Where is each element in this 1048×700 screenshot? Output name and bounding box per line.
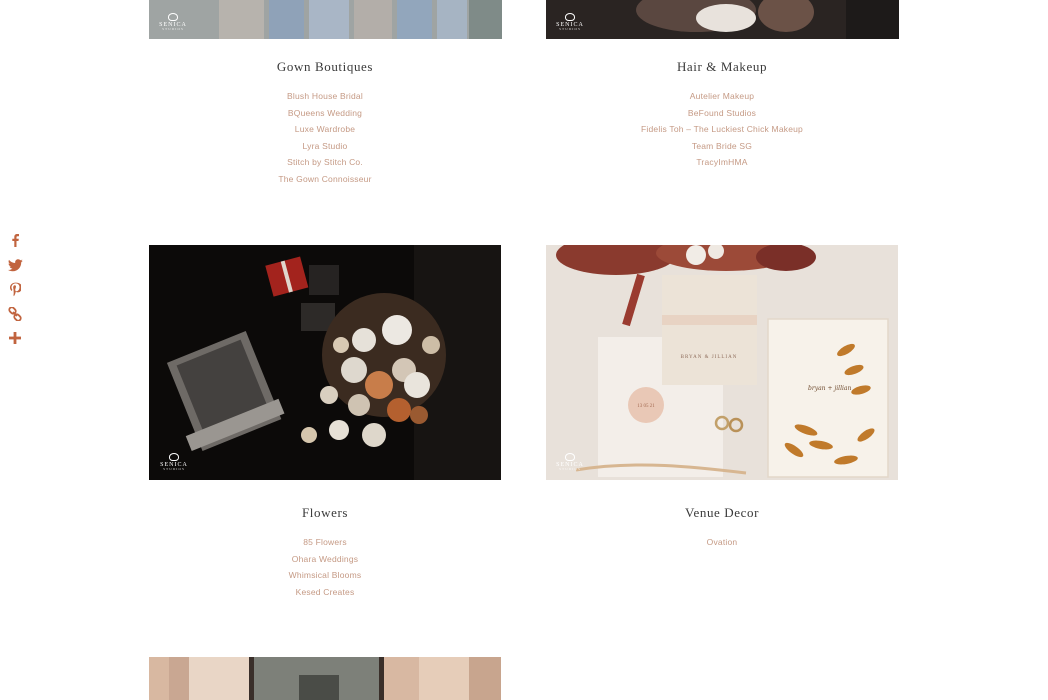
vendor-link[interactable]: The Gown Connoisseur (278, 174, 371, 184)
twitter-icon (7, 258, 23, 271)
pinterest-share-button[interactable] (6, 280, 24, 298)
copy-link-button[interactable] (6, 305, 24, 323)
vendor-link[interactable]: Ovation (707, 537, 738, 547)
more-share-button[interactable] (6, 329, 24, 347)
next-category-photo (149, 657, 501, 700)
vendor-link[interactable]: Blush House Bridal (287, 91, 363, 101)
vendor-link[interactable]: TracyImHMA (696, 157, 747, 167)
watermark-logo: SENICA STUDIOS (156, 453, 192, 472)
category-title-gown-boutiques: Gown Boutiques (276, 59, 374, 74)
hair-makeup-photo: SENICA STUDIOS (546, 0, 899, 39)
vendor-link[interactable]: Kesed Creates (296, 587, 355, 597)
vendor-link[interactable]: Ohara Weddings (292, 554, 358, 564)
copy-link-icon (8, 307, 22, 321)
vendor-list-venue-decor: Ovation (546, 533, 898, 550)
invitation-date: 13 05 21 (637, 404, 655, 409)
watermark-logo: SENICA STUDIOS (155, 13, 191, 32)
category-title-venue-decor: Venue Decor (684, 505, 760, 520)
category-title-hair-makeup: Hair & Makeup (676, 59, 768, 74)
vendor-link[interactable]: Fidelis Toh – The Luckiest Chick Makeup (641, 124, 803, 134)
flowers-photo: SENICA STUDIOS (149, 245, 501, 480)
more-icon (9, 332, 21, 344)
vendor-link[interactable]: 85 Flowers (303, 537, 347, 547)
invitation-names: BRYAN & JILLIAN (681, 355, 738, 360)
vendor-link[interactable]: Team Bride SG (692, 141, 752, 151)
watermark-logo: SENICA STUDIOS (552, 13, 588, 32)
vendor-link[interactable]: BQueens Wedding (288, 108, 362, 118)
vendor-link[interactable]: Whimsical Blooms (289, 570, 362, 580)
watermark-logo: SENICA STUDIOS (552, 453, 588, 472)
vendor-link[interactable]: Lyra Studio (303, 141, 348, 151)
vendor-list-hair-makeup: Autelier Makeup BeFound Studios Fidelis … (546, 87, 898, 170)
vendor-link[interactable]: Luxe Wardrobe (295, 124, 355, 134)
category-title-flowers: Flowers (301, 505, 349, 520)
page: SENICA STUDIOS Gown Boutiques Blush Hous… (0, 0, 1048, 700)
vendor-link[interactable]: Stitch by Stitch Co. (287, 157, 363, 167)
vendor-list-gown-boutiques: Blush House Bridal BQueens Wedding Luxe … (149, 87, 501, 186)
pinterest-icon (9, 282, 21, 296)
vendor-list-flowers: 85 Flowers Ohara Weddings Whimsical Bloo… (149, 533, 501, 599)
facebook-share-button[interactable] (6, 231, 24, 249)
venue-decor-photo: BRYAN & JILLIAN 13 05 21 bryan + jillian (546, 245, 898, 480)
facebook-icon (12, 234, 19, 247)
gown-boutiques-photo: SENICA STUDIOS (149, 0, 502, 39)
invitation-script: bryan + jillian (808, 385, 851, 392)
vendor-link[interactable]: Autelier Makeup (690, 91, 754, 101)
vendor-link[interactable]: BeFound Studios (688, 108, 756, 118)
twitter-share-button[interactable] (6, 256, 24, 274)
